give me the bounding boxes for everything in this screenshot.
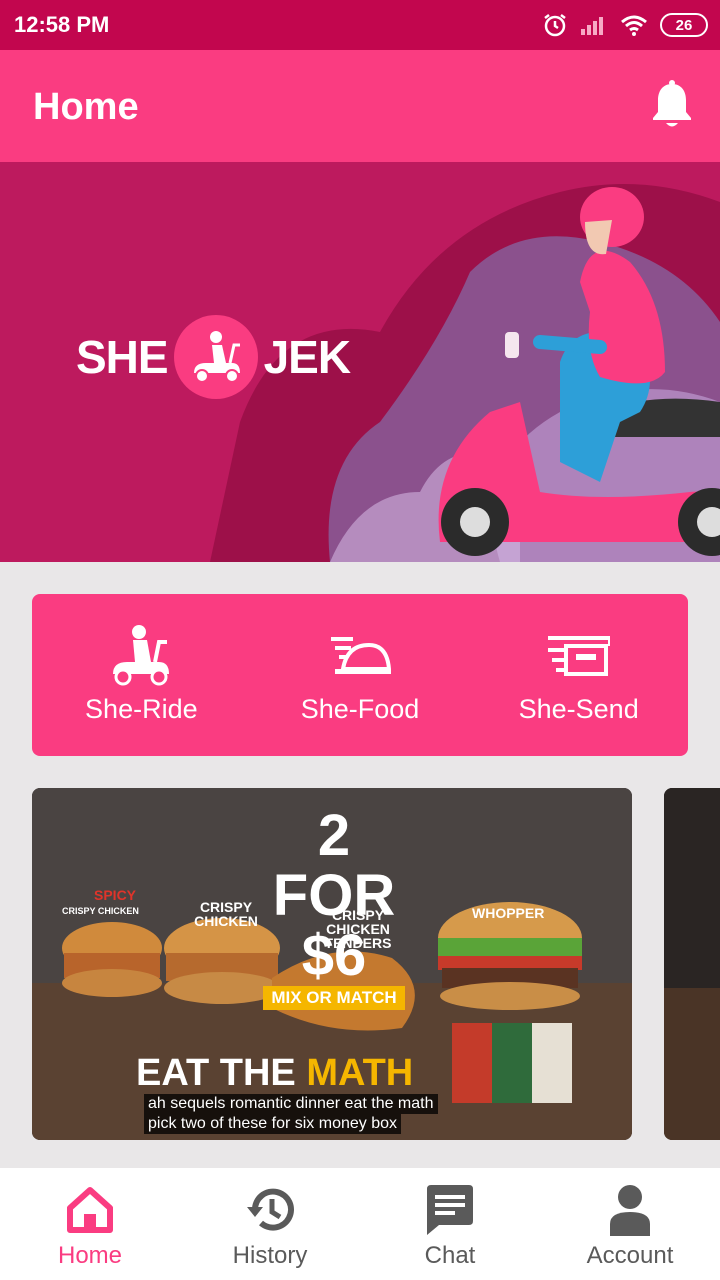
she-send-button[interactable]: She-Send xyxy=(469,594,688,756)
app-bar: Home xyxy=(0,50,720,162)
status-icons: 26 xyxy=(542,10,708,40)
promo-card[interactable]: 2 FOR $6 MIX OR MATCH SPICY CRISPY CHICK… xyxy=(32,788,632,1140)
nav-chat[interactable]: Chat xyxy=(360,1168,540,1280)
promo-caption-line2: pick two of these for six money box xyxy=(144,1114,401,1134)
promo-item-crispy-chicken: CRISPY CHICKEN xyxy=(194,899,258,929)
alarm-icon xyxy=(544,14,566,37)
she-food-button[interactable]: She-Food xyxy=(251,594,470,756)
brand-word-left: SHE xyxy=(76,331,169,383)
brand-scooter-icon xyxy=(173,315,258,399)
promo-tagline-white: EAT THE xyxy=(136,1052,296,1094)
nav-history-label: History xyxy=(232,1242,308,1269)
promo-card-next[interactable] xyxy=(664,788,720,1140)
nav-chat-label: Chat xyxy=(424,1242,476,1269)
nav-account[interactable]: Account xyxy=(540,1168,720,1280)
food-cloche-icon xyxy=(331,637,391,674)
she-ride-button[interactable]: She-Ride xyxy=(32,594,251,756)
promo-tagline-yellow: MATH xyxy=(306,1052,414,1094)
promo-next-image xyxy=(664,788,720,1140)
promo-item-spicy-sub: CRISPY CHICKEN xyxy=(62,906,139,916)
nav-history[interactable]: History xyxy=(180,1168,360,1280)
status-bar: 12:58 PM 26 xyxy=(0,0,720,50)
account-icon xyxy=(610,1185,650,1236)
promo-item-whopper: WHOPPER xyxy=(472,905,545,921)
page-title: Home xyxy=(33,86,139,128)
promo-caption-line1: ah sequels romantic dinner eat the math xyxy=(144,1094,438,1114)
brand-logo: SHE JEK xyxy=(76,312,351,402)
signal-icon xyxy=(581,17,603,35)
bottom-navigation: Home History Chat Account xyxy=(0,1168,720,1280)
status-time: 12:58 PM xyxy=(14,12,110,37)
she-send-label: She-Send xyxy=(518,694,639,724)
history-icon xyxy=(247,1188,294,1231)
services-panel: She-Ride She-Food She-Send xyxy=(32,594,688,756)
promo-tag: MIX OR MATCH xyxy=(263,986,405,1010)
nav-home-label: Home xyxy=(57,1242,123,1269)
home-icon xyxy=(67,1187,113,1233)
she-ride-label: She-Ride xyxy=(85,694,198,724)
hero-banner: SHE JEK xyxy=(0,162,720,562)
promo-item-tenders: CRISPY CHICKEN TENDERS xyxy=(324,907,392,951)
brand-word-right: JEK xyxy=(263,331,351,383)
nav-home[interactable]: Home xyxy=(0,1168,180,1280)
chat-icon xyxy=(427,1185,473,1235)
wifi-icon xyxy=(621,15,647,36)
she-food-label: She-Food xyxy=(300,694,420,724)
scooter-icon xyxy=(113,625,170,686)
battery-indicator: 26 xyxy=(660,13,708,37)
nav-account-label: Account xyxy=(586,1242,674,1269)
promo-tagline: EAT THE MATH xyxy=(136,1052,413,1095)
promo-item-spicy: SPICY xyxy=(94,887,137,903)
bell-icon[interactable] xyxy=(650,80,694,132)
delivery-box-icon xyxy=(547,636,610,676)
